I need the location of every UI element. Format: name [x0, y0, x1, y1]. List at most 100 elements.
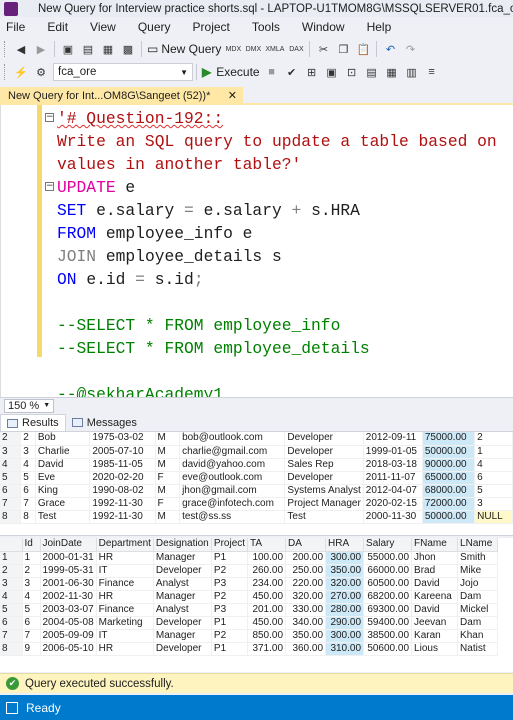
table-cell[interactable]: 2 [474, 432, 513, 446]
table-cell[interactable]: 100.00 [247, 551, 287, 565]
table-cell[interactable]: 2018-03-18 [363, 458, 423, 472]
row-number[interactable]: 5 [0, 471, 22, 485]
xmla-query-icon[interactable]: XMLA [265, 40, 284, 58]
table-cell[interactable]: 2005-09-09 [40, 629, 97, 643]
table-cell[interactable]: Dam [457, 590, 499, 604]
table-cell[interactable]: Developer [153, 564, 212, 578]
close-icon[interactable]: ✕ [228, 89, 237, 102]
parse-icon[interactable]: ✔ [284, 63, 300, 81]
table-cell[interactable]: 8 [20, 510, 36, 524]
table-cell[interactable]: F [155, 471, 181, 485]
row-number[interactable]: 7 [0, 497, 22, 511]
table-cell[interactable]: 290.00 [325, 616, 365, 630]
table-cell[interactable]: 360.00 [285, 642, 327, 656]
change-connection-icon[interactable]: ⚙ [33, 63, 49, 81]
table-cell[interactable]: 270.00 [325, 590, 365, 604]
table-cell[interactable]: P3 [211, 577, 249, 591]
code-line[interactable]: SET e.salary = e.salary + s.HRA [45, 199, 513, 222]
table-cell[interactable]: David [411, 603, 459, 617]
tab-messages[interactable]: Messages [66, 414, 143, 431]
fold-toggle-icon[interactable]: − [45, 182, 54, 191]
column-header[interactable]: DA [285, 538, 327, 552]
table-cell[interactable]: M [155, 510, 181, 524]
code-line[interactable] [45, 360, 513, 383]
new-project-icon[interactable]: ▣ [60, 40, 76, 58]
menu-help[interactable]: Help [367, 20, 392, 34]
menu-query[interactable]: Query [138, 20, 171, 34]
code-line[interactable]: − UPDATE e [45, 176, 513, 199]
table-cell[interactable]: 2000-01-31 [40, 551, 97, 565]
table-cell[interactable]: David [35, 458, 91, 472]
table-cell[interactable]: Charlie [35, 445, 91, 459]
code-line[interactable]: FROM employee_info e [45, 222, 513, 245]
table-cell[interactable]: 72000.00 [422, 497, 476, 511]
table-cell[interactable]: Smith [457, 551, 499, 565]
column-header[interactable]: LName [457, 538, 499, 552]
table-cell[interactable]: Test [284, 510, 364, 524]
table-cell[interactable]: test@ss.ss [179, 510, 286, 524]
results-to-text-icon[interactable]: ▤ [364, 63, 380, 81]
intellisense-icon[interactable]: ⊡ [344, 63, 360, 81]
results-grid-1[interactable]: 2 2 Bob 1975-03-02 Mbob@outlook.com Developer… [0, 432, 513, 536]
table-cell[interactable]: 2006-05-10 [40, 642, 97, 656]
table-cell[interactable]: 1 [474, 445, 513, 459]
table-cell[interactable]: 320.00 [285, 590, 327, 604]
row-number[interactable]: 4 [0, 590, 23, 604]
column-header[interactable]: JoinDate [40, 538, 97, 552]
table-row[interactable]: 5 5 2003-03-07 Finance Analyst P3 201.00 330.00… [0, 603, 499, 617]
table-cell[interactable]: 50000.00 [422, 510, 476, 524]
table-cell[interactable]: 5 [20, 471, 36, 485]
table-row[interactable]: 3 3 2001-06-30 Finance Analyst P3 234.00 220.00… [0, 577, 499, 591]
table-cell[interactable]: Karan [411, 629, 459, 643]
table-cell[interactable]: 6 [20, 484, 36, 498]
table-cell[interactable]: Jeevan [411, 616, 459, 630]
table-cell[interactable]: 5 [22, 603, 41, 617]
code-lines[interactable]: − '# Question-192:: Write an SQL query to … [45, 107, 513, 397]
table-cell[interactable]: NULL [474, 510, 513, 524]
row-number[interactable]: 4 [0, 458, 22, 472]
table-cell[interactable]: 260.00 [247, 564, 287, 578]
table-cell[interactable]: 2000-11-30 [363, 510, 423, 524]
table-cell[interactable]: Developer [284, 471, 364, 485]
table-cell[interactable]: David [411, 577, 459, 591]
paste-icon[interactable]: 📋 [355, 40, 371, 58]
stop-icon[interactable]: ■ [264, 63, 280, 81]
table-cell[interactable]: charlie@gmail.com [179, 445, 286, 459]
open-file-icon[interactable]: ▤ [80, 40, 96, 58]
table-cell[interactable]: 2001-06-30 [40, 577, 97, 591]
save-all-icon[interactable]: ▩ [120, 40, 136, 58]
save-icon[interactable]: ▦ [100, 40, 116, 58]
back-icon[interactable]: ◀ [13, 40, 29, 58]
table-cell[interactable]: IT [96, 629, 154, 643]
table-cell[interactable]: 1975-03-02 [89, 432, 156, 446]
connect-icon[interactable]: ⚡ [13, 63, 29, 81]
table-cell[interactable]: 2004-05-08 [40, 616, 97, 630]
table-row[interactable]: 7 7 2005-09-09 IT Manager P2 850.00 350.00 300.0… [0, 629, 499, 643]
forward-icon[interactable]: ▶ [33, 40, 49, 58]
table-cell[interactable]: Systems Analyst [284, 484, 364, 498]
menu-file[interactable]: File [6, 20, 25, 34]
table-cell[interactable]: david@yahoo.com [179, 458, 286, 472]
table-cell[interactable]: 200.00 [285, 551, 327, 565]
menu-edit[interactable]: Edit [47, 20, 68, 34]
table-row[interactable]: 2 2 1999-05-31 IT Developer P2 260.00 250.00 350… [0, 564, 499, 578]
table-cell[interactable]: 3 [474, 497, 513, 511]
table-cell[interactable]: 371.00 [247, 642, 287, 656]
dax-query-icon[interactable]: DAX [288, 40, 304, 58]
table-cell[interactable]: 68200.00 [363, 590, 413, 604]
table-cell[interactable]: Developer [153, 616, 212, 630]
table-cell[interactable]: Finance [96, 577, 154, 591]
table-cell[interactable]: Test [35, 510, 91, 524]
toolbar-grip[interactable] [4, 41, 7, 57]
table-cell[interactable]: P2 [211, 590, 249, 604]
table-cell[interactable]: 65000.00 [422, 471, 476, 485]
column-header[interactable]: TA [247, 538, 287, 552]
row-number[interactable]: 2 [0, 432, 22, 446]
table-row[interactable]: 1 1 2000-01-31 HR Manager P1 100.00 200.00 300.0… [0, 551, 499, 565]
table-cell[interactable]: 220.00 [285, 577, 327, 591]
table-cell[interactable]: Developer [284, 432, 364, 446]
tab-results[interactable]: Results [0, 414, 66, 431]
table-cell[interactable]: 2012-04-07 [363, 484, 423, 498]
column-header[interactable]: FName [411, 538, 459, 552]
row-number[interactable]: 3 [0, 445, 22, 459]
